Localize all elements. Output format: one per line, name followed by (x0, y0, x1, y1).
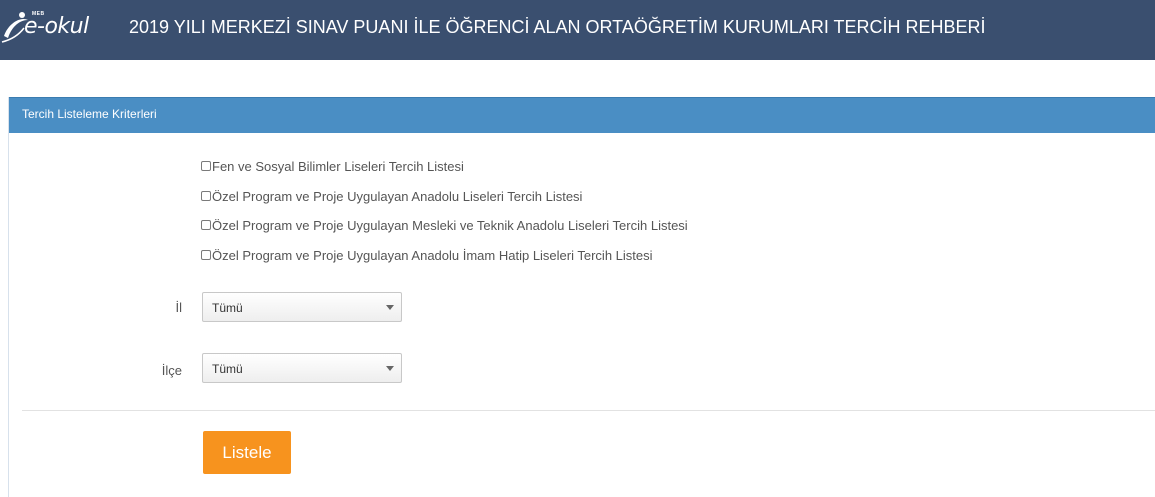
list-button[interactable]: Listele (203, 431, 291, 474)
divider (22, 410, 1155, 411)
page-title: 2019 YILI MERKEZİ SINAV PUANI İLE ÖĞRENC… (129, 17, 986, 37)
il-select-value: Tümü (212, 301, 243, 315)
chevron-down-icon (386, 305, 394, 310)
checkbox[interactable] (201, 220, 211, 230)
option-label: Fen ve Sosyal Bilimler Liseleri Tercih L… (212, 158, 464, 174)
option-label: Özel Program ve Proje Uygulayan Anadolu … (212, 188, 583, 204)
ilce-label: İlçe (161, 363, 182, 378)
il-label: İl (175, 300, 183, 315)
ilce-select-value: Tümü (212, 362, 243, 376)
option-label: Özel Program ve Proje Uygulayan Mesleki … (212, 217, 688, 233)
criteria-panel: Tercih Listeleme Kriterleri (8, 97, 1155, 497)
top-bar: MEB e-okul 2019 YILI MERKEZİ SINAV PUANI… (0, 0, 1155, 60)
option-label: Özel Program ve Proje Uygulayan Anadolu … (212, 247, 653, 263)
il-select[interactable]: Tümü (202, 292, 402, 322)
option-imam-hatip[interactable]: Özel Program ve Proje Uygulayan Anadolu … (201, 246, 653, 264)
panel-header: Tercih Listeleme Kriterleri (9, 97, 1155, 133)
option-fen-sosyal[interactable]: Fen ve Sosyal Bilimler Liseleri Tercih L… (201, 157, 464, 175)
panel-title: Tercih Listeleme Kriterleri (22, 107, 157, 121)
ilce-select[interactable]: Tümü (202, 353, 402, 383)
option-anadolu-lise[interactable]: Özel Program ve Proje Uygulayan Anadolu … (201, 187, 582, 205)
checkbox[interactable] (201, 191, 211, 201)
checkbox[interactable] (201, 250, 211, 260)
logo-text: e-okul (24, 14, 89, 39)
option-mesleki-teknik[interactable]: Özel Program ve Proje Uygulayan Mesleki … (201, 216, 688, 234)
chevron-down-icon (386, 366, 394, 371)
e-okul-logo[interactable]: MEB e-okul (0, 6, 92, 50)
checkbox[interactable] (201, 161, 211, 171)
